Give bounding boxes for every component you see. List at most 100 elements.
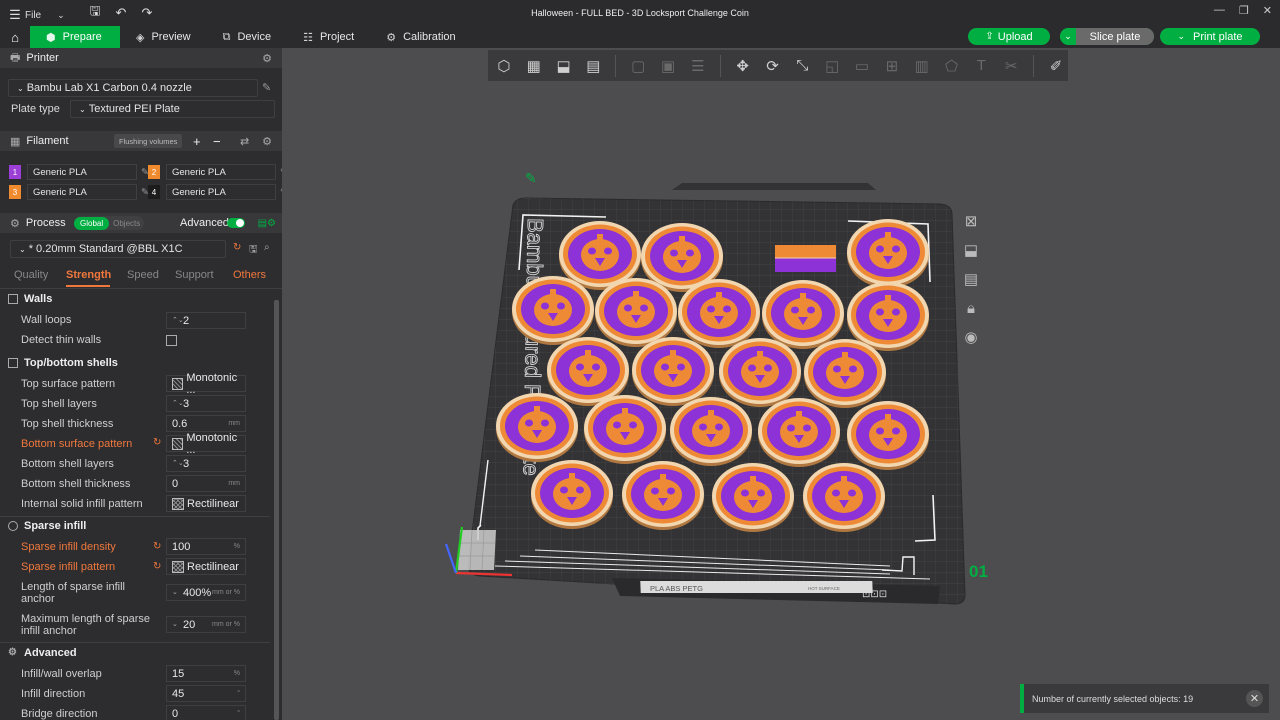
infill-wall-overlap-input[interactable]: 15% [166,665,246,682]
coin-object[interactable] [719,338,801,407]
remove-icon[interactable]: − [213,134,221,149]
slice-plate-button[interactable]: ⌄ Slice plate [1060,28,1154,45]
filament-color-swatch[interactable]: 1 [9,165,21,179]
support-paint-icon[interactable]: ▥ [910,54,934,78]
close-icon[interactable]: ✕ [1263,4,1272,17]
tab-preview[interactable]: ◈ Preview [120,26,207,48]
save-preset-icon[interactable]: 🖫 [249,242,258,259]
infill-anchor-combo[interactable]: ⌄ 400% mm or % [166,584,246,601]
edit-icon[interactable]: ✎ [280,167,282,178]
tab-calibration[interactable]: ⚙ Calibration [370,26,471,48]
filament-color-swatch[interactable]: 3 [9,185,21,199]
edit-icon[interactable]: ✎ [262,81,271,94]
flushing-volumes-button[interactable]: Flushing volumes [114,134,183,148]
restore-icon[interactable]: ❐ [1239,4,1249,17]
edit-icon[interactable]: ✎ [280,187,282,198]
settings-scrollbar[interactable] [274,300,279,720]
sparse-infill-pattern-select[interactable]: Rectilinear [166,558,246,575]
coin-object[interactable] [847,401,929,470]
close-icon[interactable]: ✕ [1246,690,1263,707]
lay-on-face-icon[interactable]: ◱ [820,54,844,78]
filament-color-swatch[interactable]: 4 [148,185,160,199]
print-plate-button[interactable]: ⌄ Print plate [1160,28,1260,45]
reset-icon[interactable]: ↻ [153,541,161,552]
toggle-objects[interactable]: Objects [109,219,144,228]
tab-strength[interactable]: Strength [66,269,111,281]
reset-icon[interactable]: ↻ [153,561,161,572]
filament-slot-3[interactable]: 3 Generic PLA ✎ [9,184,149,200]
coin-object[interactable] [762,280,844,349]
tab-project[interactable]: ☷ Project [287,26,370,48]
toggle-global[interactable]: Global [74,216,110,230]
filament-slot-4[interactable]: 4 Generic PLA ✎ [148,184,282,200]
advanced-toggle[interactable] [227,218,245,228]
arrange-icon[interactable]: ▤ [581,54,605,78]
minimize-icon[interactable]: — [1214,4,1225,17]
tab-support[interactable]: Support [175,269,214,281]
measure-icon[interactable]: ✂ [999,54,1023,78]
gear-icon[interactable]: ⚙ [262,52,272,65]
coin-object[interactable] [678,279,760,348]
sync-icon[interactable]: ⇄ [240,135,249,148]
reset-icon[interactable]: ↻ [233,242,241,253]
orient-plate-icon[interactable]: ⬓ [956,239,986,261]
edit-plate-icon[interactable]: ✎ [525,170,537,187]
seam-paint-icon[interactable]: ⬠ [940,54,964,78]
coin-object[interactable] [758,398,840,467]
coin-object[interactable] [641,223,723,292]
filament-slot-2[interactable]: 2 Generic PLA ✎ [148,164,282,180]
tab-quality[interactable]: Quality [14,269,48,281]
coin-object[interactable] [803,463,885,532]
tab-device[interactable]: ⧉ Device [207,26,287,48]
coin-object[interactable] [712,463,794,532]
rotate-icon[interactable]: ⟳ [761,54,785,78]
arrange-plate-icon[interactable]: ▤ [956,268,986,290]
add-icon[interactable]: + [193,134,201,149]
coin-object[interactable] [632,337,714,406]
undo-icon[interactable]: ↶ [110,2,132,24]
tab-speed[interactable]: Speed [127,269,159,281]
reset-icon[interactable]: ↻ [153,437,161,448]
coin-object[interactable] [559,221,641,290]
upload-button[interactable]: ⇪ Upload [968,28,1050,45]
global-objects-toggle[interactable]: Global Objects [74,216,145,230]
detect-thin-walls-checkbox[interactable] [166,335,177,346]
filament-color-swatch[interactable]: 2 [148,165,160,179]
bridge-direction-input[interactable]: 0 ° [166,705,246,720]
file-menu[interactable]: ☰ File ⌄ [8,4,65,26]
move-icon[interactable]: ✥ [731,54,755,78]
compare-icon[interactable]: ▤⚙ [258,218,276,229]
spinner-icon[interactable]: ⌃⌄ [172,400,184,407]
coin-object[interactable] [847,219,929,288]
bottom-shell-thickness-input[interactable]: 0 mm [166,475,246,492]
coin-object[interactable] [595,278,677,347]
save-icon[interactable]: 🖫 [84,2,106,24]
coin-object[interactable] [584,395,666,464]
top-shell-thickness-input[interactable]: 0.6 mm [166,415,246,432]
bottom-surface-pattern-select[interactable]: Monotonic ... [166,432,246,456]
coin-object[interactable] [622,461,704,530]
coin-object[interactable] [847,282,929,351]
coin-object[interactable] [496,393,578,462]
coin-object[interactable] [804,339,886,408]
scale-icon[interactable]: ⤡ [790,54,814,78]
top-shell-layers-input[interactable]: ⌃⌄ 3 [166,395,246,412]
process-preset-select[interactable]: ⌄ * 0.20mm Standard @BBL X1C [10,240,226,258]
bottom-shell-layers-input[interactable]: ⌃⌄ 3 [166,455,246,472]
add-object-icon[interactable]: ⬡ [492,54,516,78]
filament-slot-1[interactable]: 1 Generic PLA ✎ [9,164,149,180]
tab-others[interactable]: Others [233,269,266,281]
redo-icon[interactable]: ↷ [136,2,158,24]
coin-object[interactable] [547,337,629,406]
plate-settings-icon[interactable]: ◉ [956,326,986,348]
cut-icon[interactable]: ▭ [850,54,874,78]
split-parts-icon[interactable]: ▣ [656,54,680,78]
spinner-icon[interactable]: ⌃⌄ [172,460,184,467]
coin-object[interactable] [512,276,594,345]
plate-type-select[interactable]: ⌄ Textured PEI Plate [70,100,275,118]
max-infill-anchor-combo[interactable]: ⌄ 20 mm or % [166,616,246,633]
add-plate-icon[interactable]: ▦ [522,54,546,78]
text-icon[interactable]: T [969,54,993,78]
top-surface-pattern-select[interactable]: Monotonic ... [166,372,246,396]
infill-direction-input[interactable]: 45 ° [166,685,246,702]
